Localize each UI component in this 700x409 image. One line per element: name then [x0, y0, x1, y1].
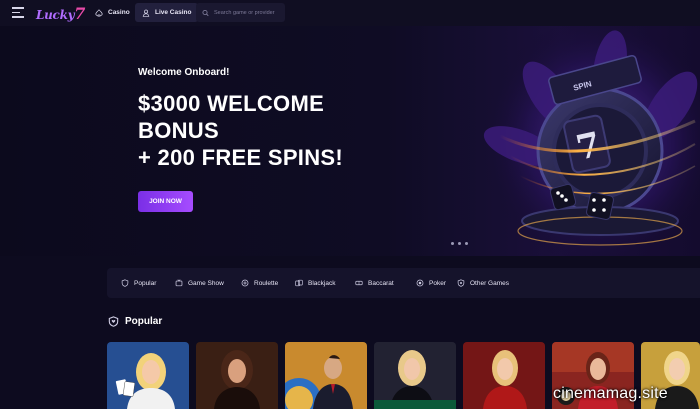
category-label: Game Show — [188, 279, 224, 287]
shield-icon — [108, 316, 119, 327]
roulette-icon — [241, 279, 249, 287]
logo-accent: 7 — [74, 4, 86, 23]
game-card[interactable] — [107, 342, 189, 409]
logo-text: Lucky — [36, 8, 75, 22]
top-bar: Lucky7 Casino Live Casino — [0, 0, 700, 26]
game-card[interactable] — [463, 342, 545, 409]
game-card[interactable] — [374, 342, 456, 409]
tab-live-casino-label: Live Casino — [155, 9, 192, 16]
shield-icon — [121, 279, 129, 287]
tv-icon — [175, 279, 183, 287]
category-bar: Popular Game Show Roulette Blackjack Bac… — [107, 268, 700, 298]
dealer-icon — [142, 9, 150, 17]
join-now-button[interactable]: JOIN NOW — [138, 191, 193, 212]
search-box[interactable] — [196, 3, 285, 22]
hero-title-line: BONUS — [138, 118, 219, 143]
hamburger-menu-icon[interactable] — [12, 7, 24, 18]
category-popular[interactable]: Popular — [121, 277, 156, 289]
carousel-dot[interactable] — [458, 242, 461, 245]
game-thumbnail — [107, 342, 189, 409]
category-other-games[interactable]: Other Games — [457, 277, 509, 289]
category-label: Other Games — [470, 279, 510, 287]
carousel-dot[interactable] — [465, 242, 468, 245]
game-thumbnail — [374, 342, 456, 409]
category-blackjack[interactable]: Blackjack — [295, 277, 335, 289]
game-card[interactable] — [196, 342, 278, 409]
baccarat-icon — [355, 280, 363, 286]
carousel-dots — [451, 242, 468, 245]
watermark: cinemamag.site — [553, 385, 668, 402]
category-poker[interactable]: Poker — [416, 277, 446, 289]
spade-icon — [95, 8, 103, 17]
section-popular-title: Popular — [108, 316, 162, 327]
hero-subtitle: Welcome Onboard! — [138, 67, 230, 78]
tab-casino-label: Casino — [108, 9, 130, 16]
poker-chip-icon — [416, 279, 424, 287]
tab-live-casino[interactable]: Live Casino — [135, 3, 199, 22]
search-input[interactable] — [214, 9, 285, 16]
category-game-show[interactable]: Game Show — [175, 277, 224, 289]
carousel-dot[interactable] — [451, 242, 454, 245]
game-thumbnail — [463, 342, 545, 409]
category-roulette[interactable]: Roulette — [241, 277, 278, 289]
game-thumbnail — [285, 342, 367, 409]
category-label: Baccarat — [368, 279, 394, 287]
hero-banner: Welcome Onboard! $3000 WELCOME BONUS + 2… — [0, 26, 700, 256]
category-label: Roulette — [254, 279, 279, 287]
game-thumbnail — [196, 342, 278, 409]
hero-title-line: $3000 WELCOME — [138, 91, 325, 116]
category-label: Blackjack — [308, 279, 336, 287]
search-icon — [202, 9, 209, 16]
logo[interactable]: Lucky7 — [36, 4, 85, 23]
game-icon — [457, 279, 465, 287]
tab-casino[interactable]: Casino — [88, 3, 137, 22]
category-label: Poker — [429, 279, 446, 287]
slot-machine-illustration: 7 SPIN — [480, 26, 700, 256]
section-title-label: Popular — [125, 316, 163, 327]
category-label: Popular — [134, 279, 157, 287]
hero-title: $3000 WELCOME BONUS + 200 FREE SPINS! — [138, 90, 438, 171]
category-baccarat[interactable]: Baccarat — [355, 277, 394, 289]
game-card[interactable] — [285, 342, 367, 409]
cards-icon — [295, 279, 303, 287]
hero-title-line: + 200 FREE SPINS! — [138, 145, 344, 170]
